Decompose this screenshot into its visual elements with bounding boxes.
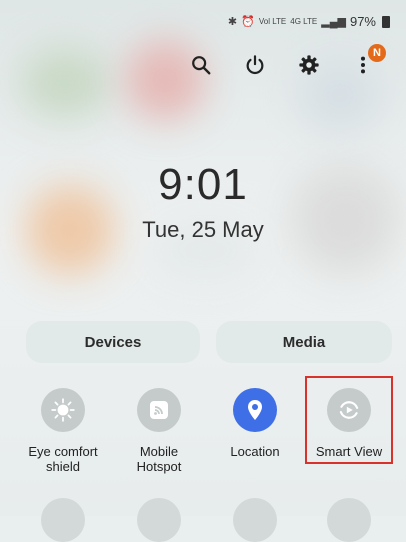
wallpaper-blob xyxy=(20,48,110,118)
volte-icon: Vol LTE xyxy=(258,17,287,26)
status-bar: ✱ ⏰ Vol LTE 4G LTE ▂▄▆ 97% xyxy=(228,14,390,29)
tile-peek[interactable] xyxy=(41,498,85,542)
tile-label-line1: Mobile xyxy=(139,444,179,459)
eye-comfort-toggle[interactable] xyxy=(41,388,85,432)
settings-button[interactable] xyxy=(296,52,322,78)
tile-label-line2: Hotspot xyxy=(136,459,182,474)
tile-label: Location xyxy=(230,444,279,459)
search-button[interactable] xyxy=(188,52,214,78)
eye-comfort-icon xyxy=(51,398,75,422)
tile-label: Mobile Hotspot xyxy=(137,444,182,474)
battery-percent: 97% xyxy=(349,14,376,29)
media-button[interactable]: Media xyxy=(216,321,392,363)
hotspot-icon xyxy=(150,401,168,419)
notification-badge: N xyxy=(368,44,386,62)
tile-peek[interactable] xyxy=(327,498,371,542)
gear-icon xyxy=(299,55,319,75)
tile-label-line2: shield xyxy=(46,459,80,474)
alarm-icon: ⏰ xyxy=(241,16,255,28)
4g-lte-icon: 4G LTE xyxy=(290,17,318,26)
tile-peek[interactable] xyxy=(137,498,181,542)
clock-time: 9:01 xyxy=(158,160,248,209)
power-icon xyxy=(246,55,264,75)
signal-icon: ▂▄▆ xyxy=(321,16,346,28)
bluetooth-icon: ✱ xyxy=(227,16,238,28)
location-toggle[interactable] xyxy=(233,388,277,432)
mobile-hotspot-toggle[interactable] xyxy=(137,388,181,432)
more-options-button[interactable]: N xyxy=(350,44,386,78)
location-pin-icon xyxy=(248,400,262,420)
next-tile-row xyxy=(0,490,406,542)
tile-label: Eye comfort shield xyxy=(28,444,97,474)
tile-label-line1: Location xyxy=(230,444,280,459)
smart-view-highlight-box xyxy=(305,376,393,464)
search-icon xyxy=(192,56,211,75)
tile-eye-comfort-shield[interactable]: Eye comfort shield xyxy=(20,388,106,474)
tile-location[interactable]: Location xyxy=(212,388,298,459)
quick-panel-actions: N xyxy=(188,44,386,78)
tile-peek[interactable] xyxy=(233,498,277,542)
tile-mobile-hotspot[interactable]: Mobile Hotspot xyxy=(116,388,202,474)
power-button[interactable] xyxy=(242,52,268,78)
battery-icon xyxy=(382,15,390,28)
tile-label-line1: Eye comfort xyxy=(28,444,98,459)
devices-button[interactable]: Devices xyxy=(26,321,200,363)
clock-date: Tue, 25 May xyxy=(142,217,264,242)
